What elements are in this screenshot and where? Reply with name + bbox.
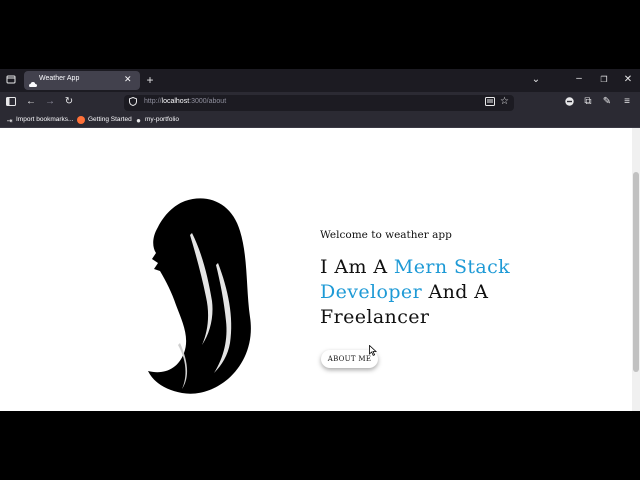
shield-icon[interactable]	[128, 96, 138, 109]
new-tab-icon[interactable]: +	[144, 74, 156, 86]
bookmark-import[interactable]: Import bookmarks...	[16, 116, 73, 123]
maximize-icon[interactable]: ❐	[598, 74, 610, 86]
forward-icon[interactable]: →	[44, 96, 56, 108]
hero-heading: I Am A Mern Stack Developer And A Freela…	[320, 255, 550, 330]
import-icon: ⇥	[6, 118, 13, 125]
address-bar[interactable]: http://localhost:3000/about ☆	[124, 95, 514, 111]
mouse-cursor-icon	[369, 345, 377, 356]
page-content: Welcome to weather app I Am A Mern Stack…	[0, 128, 632, 411]
cloud-icon	[29, 75, 37, 87]
welcome-text: Welcome to weather app	[320, 229, 452, 241]
bookmark-star-icon[interactable]: ☆	[499, 96, 510, 108]
reload-icon[interactable]: ↻	[63, 96, 75, 108]
close-window-icon[interactable]: ✕	[622, 74, 634, 86]
edit-icon[interactable]: ✎	[601, 96, 613, 108]
tab-weather-app[interactable]: Weather App ✕	[24, 71, 140, 90]
minimize-icon[interactable]: –	[573, 73, 585, 85]
firefox-icon	[77, 116, 85, 124]
tab-title: Weather App	[39, 75, 80, 82]
page-scrollbar[interactable]	[632, 128, 640, 411]
woman-silhouette-illustration	[148, 198, 251, 394]
github-icon: ●	[136, 116, 141, 125]
account-icon[interactable]	[564, 97, 574, 110]
list-tabs-icon[interactable]: ⌄	[530, 74, 542, 86]
close-tab-icon[interactable]: ✕	[124, 74, 132, 85]
url-text: http://localhost:3000/about	[144, 98, 227, 105]
extensions-icon[interactable]: ⧉	[582, 96, 594, 108]
bookmark-getting-started[interactable]: Getting Started	[88, 116, 132, 123]
tab-overview-icon[interactable]	[4, 74, 18, 88]
reader-view-icon[interactable]	[485, 97, 495, 110]
bookmark-my-portfolio[interactable]: my-portfolio	[145, 116, 179, 123]
sidebar-icon[interactable]	[5, 97, 17, 110]
heading-text-start: I Am A	[320, 256, 394, 278]
back-icon[interactable]: ←	[25, 96, 37, 108]
scrollbar-thumb[interactable]	[633, 172, 639, 372]
menu-icon[interactable]: ≡	[621, 96, 633, 108]
